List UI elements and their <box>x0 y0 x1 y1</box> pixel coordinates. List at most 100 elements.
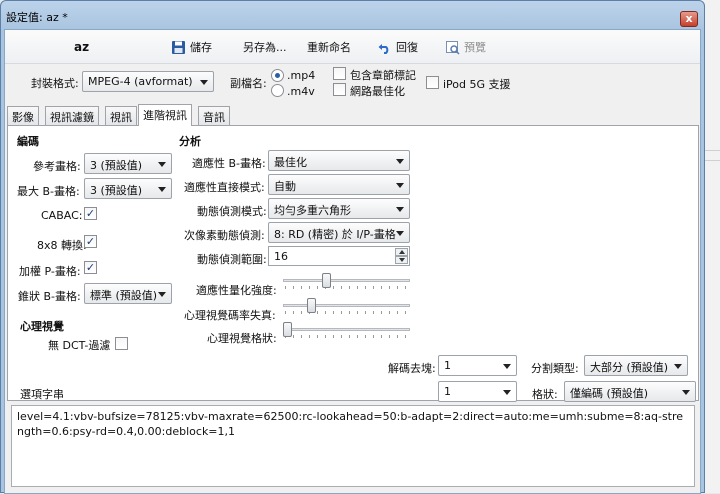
preset-name: az <box>74 40 90 54</box>
partition-type-value: 大部分 (預設值) <box>590 361 669 374</box>
direct-mode-dropdown[interactable]: 自動 <box>268 174 410 195</box>
save-label: 儲存 <box>190 41 212 54</box>
preview-label: 預覽 <box>464 41 486 54</box>
psy-trellis-slider[interactable] <box>283 322 410 340</box>
preset-editor-window: 設定值: az * x az 儲存 另存為... 重新命名 回復 預覽 封裝格式… <box>0 0 705 494</box>
title-bar[interactable]: 設定值: az * x <box>1 1 704 29</box>
8x8-transform-checkbox[interactable]: ✓ <box>84 235 97 248</box>
me-range-label: 動態偵測範圍: <box>197 253 267 266</box>
deblock-dropdown-2[interactable]: 1 <box>438 381 517 402</box>
advanced-video-panel: 編碼 參考畫格: 3 (預設值) 最大 B-畫格: 3 (預設值) CABAC:… <box>7 125 699 402</box>
web-optimized-checkbox[interactable] <box>333 83 346 96</box>
chevron-down-icon <box>503 390 511 395</box>
ext-mp4-radio[interactable] <box>271 69 284 82</box>
chevron-down-icon <box>158 162 166 167</box>
motion-estimation-label: 動態偵測模式: <box>197 205 267 218</box>
weighted-p-label: 加權 P-畫格: <box>19 265 81 278</box>
deblock-value-1: 1 <box>444 359 451 372</box>
cabac-checkbox[interactable]: ✓ <box>84 207 97 220</box>
chevron-down-icon <box>674 364 682 369</box>
max-b-frames-dropdown[interactable]: 3 (預設值) <box>84 178 172 199</box>
ref-frames-dropdown[interactable]: 3 (預設值) <box>84 153 172 174</box>
no-dct-checkbox[interactable] <box>115 337 128 350</box>
chevron-down-icon <box>503 364 511 369</box>
ext-m4v-radio[interactable] <box>271 84 284 97</box>
aq-strength-slider[interactable] <box>283 273 410 291</box>
slider-thumb[interactable] <box>283 322 292 337</box>
chevron-down-icon <box>396 159 404 164</box>
chevron-down-icon <box>396 183 404 188</box>
slider-thumb[interactable] <box>322 273 331 288</box>
slider-track <box>283 328 410 331</box>
trellis-value: 僅編碼 (預設值) <box>570 387 649 400</box>
chapter-markers-label: 包含章節標記 <box>350 69 416 82</box>
window-title: 設定值: az * <box>6 11 68 24</box>
slider-ticks <box>285 311 408 314</box>
slider-ticks <box>285 335 408 338</box>
container-dropdown[interactable]: MPEG-4 (avformat) <box>82 71 214 92</box>
slider-ticks <box>285 286 408 289</box>
adaptive-b-dropdown[interactable]: 最佳化 <box>268 150 410 171</box>
subpixel-me-label: 次像素動態偵測: <box>184 229 265 242</box>
trellis-dropdown[interactable]: 僅編碼 (預設值) <box>564 381 696 402</box>
psy-rd-slider[interactable] <box>283 298 410 316</box>
preview-icon <box>446 40 460 55</box>
rename-label: 重新命名 <box>307 41 351 54</box>
adaptive-b-value: 最佳化 <box>274 156 307 169</box>
aq-strength-label: 適應性量化強度: <box>196 284 277 297</box>
slider-thumb[interactable] <box>307 298 316 313</box>
spin-down-icon[interactable] <box>395 256 408 264</box>
revert-label: 回復 <box>396 41 418 54</box>
b-pyramid-value: 標準 (預設值) <box>90 289 158 302</box>
tab-video[interactable]: 視訊 <box>105 106 137 125</box>
subpixel-me-value: 8: RD (精密) 於 I/P-畫格 <box>274 228 396 241</box>
rename-button[interactable]: 重新命名 <box>307 39 351 55</box>
motion-estimation-dropdown[interactable]: 均勻多重六角形 <box>268 198 410 219</box>
chevron-down-icon <box>682 390 690 395</box>
psychovisual-header: 心理視覺 <box>20 320 64 333</box>
chevron-down-icon <box>158 187 166 192</box>
extension-label: 副檔名: <box>230 77 267 90</box>
trellis-label: 格狀: <box>532 388 558 401</box>
tab-audio[interactable]: 音訊 <box>198 106 230 125</box>
tab-advanced-video[interactable]: 進階視訊 <box>138 104 192 126</box>
save-button[interactable]: 儲存 <box>171 39 212 55</box>
ref-frames-label: 參考畫格: <box>33 160 81 173</box>
encoding-header: 編碼 <box>17 135 39 148</box>
ref-frames-value: 3 (預設值) <box>90 159 143 172</box>
tab-video-filters[interactable]: 視訊濾鏡 <box>45 106 99 125</box>
ext-mp4-label: .mp4 <box>287 69 316 82</box>
max-b-frames-label: 最大 B-畫格: <box>17 185 80 198</box>
no-dct-label: 無 DCT-過濾 <box>48 339 111 352</box>
ipod-label: iPod 5G 支援 <box>443 78 511 91</box>
tab-picture[interactable]: 影像 <box>7 106 39 125</box>
chevron-down-icon <box>396 231 404 236</box>
chapter-markers-checkbox[interactable] <box>333 67 346 80</box>
max-b-frames-value: 3 (預設值) <box>90 184 143 197</box>
ipod-checkbox[interactable] <box>426 76 439 89</box>
deblock-value-2: 1 <box>444 385 451 398</box>
subpixel-me-dropdown[interactable]: 8: RD (精密) 於 I/P-畫格 <box>268 222 410 243</box>
save-as-button[interactable]: 另存為... <box>243 39 287 55</box>
slider-track <box>283 279 410 282</box>
partition-type-dropdown[interactable]: 大部分 (預設值) <box>584 355 688 376</box>
b-pyramid-label: 錐狀 B-畫格: <box>18 290 81 303</box>
motion-estimation-value: 均勻多重六角形 <box>274 204 351 217</box>
adaptive-b-label: 適應性 B-畫格: <box>192 157 266 170</box>
spin-up-icon[interactable] <box>395 248 408 256</box>
client-area: az 儲存 另存為... 重新命名 回復 預覽 封裝格式: MPEG-4 (av… <box>4 29 701 494</box>
weighted-p-checkbox[interactable]: ✓ <box>84 261 97 274</box>
options-string-field[interactable]: level=4.1:vbv-bufsize=78125:vbv-maxrate=… <box>11 405 695 487</box>
revert-button[interactable]: 回復 <box>377 39 418 55</box>
close-button[interactable]: x <box>680 11 698 27</box>
save-as-label: 另存為... <box>243 41 287 54</box>
web-optimized-label: 網路最佳化 <box>350 85 405 98</box>
preview-button[interactable]: 預覽 <box>445 39 486 55</box>
chevron-down-icon <box>396 207 404 212</box>
deblock-label: 解碼去塊: <box>388 362 436 375</box>
b-pyramid-dropdown[interactable]: 標準 (預設值) <box>84 283 172 304</box>
me-range-spinner[interactable]: 16 <box>268 246 410 266</box>
container-label: 封裝格式: <box>31 77 79 90</box>
deblock-dropdown-1[interactable]: 1 <box>438 355 517 376</box>
undo-icon <box>378 43 389 54</box>
